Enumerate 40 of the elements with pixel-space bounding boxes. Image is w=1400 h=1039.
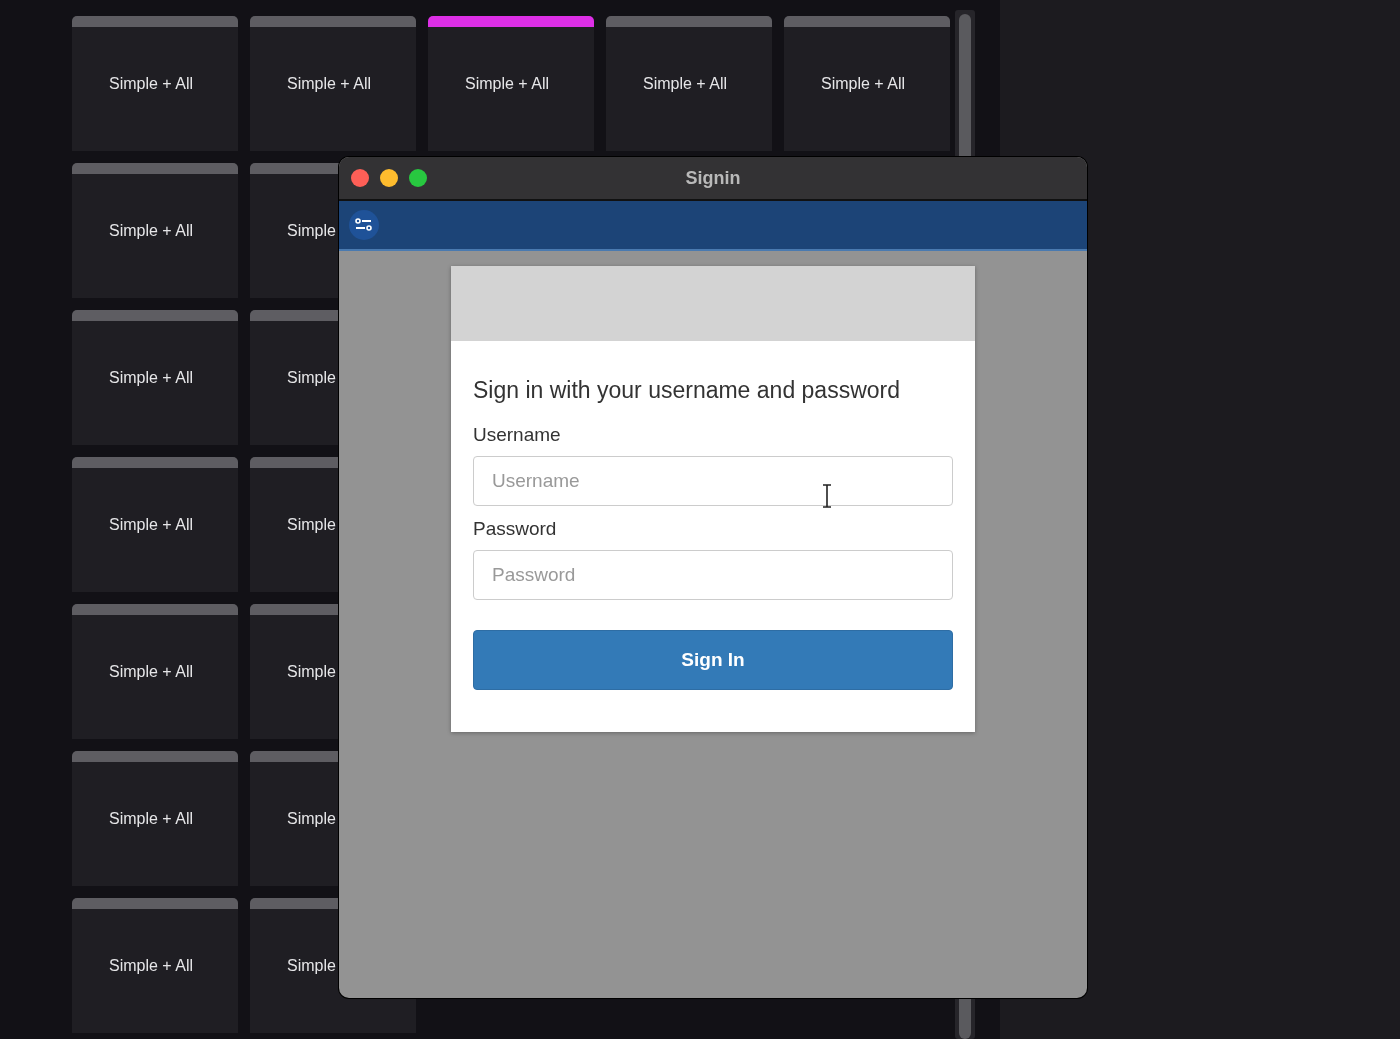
tile-card[interactable]: Simple + All — [72, 163, 238, 298]
tile-label: Simple + All — [821, 75, 906, 93]
tile-label: Simple + All — [643, 75, 728, 93]
username-field[interactable]: Username — [473, 456, 953, 506]
tile-label: Simple — [287, 516, 336, 534]
tile-card[interactable]: Simple + All — [784, 16, 950, 151]
tile-card[interactable]: Simple + All — [72, 604, 238, 739]
tile-card[interactable]: Simple + All — [606, 16, 772, 151]
text-cursor-icon — [822, 484, 832, 508]
close-button[interactable] — [351, 169, 369, 187]
tile-label: Simple + All — [109, 810, 194, 828]
tile-card[interactable]: Simple + All — [72, 310, 238, 445]
tile-label: Simple + All — [109, 369, 194, 387]
tile-label: Simple + All — [465, 75, 550, 93]
tile-label: Simple — [287, 810, 336, 828]
tile-label: Simple + All — [109, 957, 194, 975]
tile-label: Simple — [287, 663, 336, 681]
minimize-button[interactable] — [380, 169, 398, 187]
tile-label: Simple — [287, 369, 336, 387]
tile-card[interactable]: Simple + All — [72, 16, 238, 151]
tile-card[interactable]: Simple + All — [72, 457, 238, 592]
tile-label: Simple + All — [109, 516, 194, 534]
tile-label: Simple + All — [109, 222, 194, 240]
tile-label: Simple + All — [109, 663, 194, 681]
field-label: Username — [473, 424, 561, 446]
tile-card[interactable]: Simple + All — [72, 751, 238, 886]
field-label: Password — [473, 518, 557, 540]
sliders-icon[interactable] — [349, 210, 379, 240]
tile-label: Simple + All — [287, 75, 372, 93]
tile-card[interactable]: Simple + All — [250, 16, 416, 151]
form-heading: Sign in with your username and password — [473, 377, 901, 404]
window-title: Signin — [685, 167, 741, 189]
tile-label: Simple — [287, 222, 336, 240]
password-field[interactable]: Password — [473, 550, 953, 600]
tile-card[interactable]: Simple + All — [428, 16, 594, 151]
tile-card[interactable]: Simple + All — [72, 898, 238, 1033]
tile-label: Simple + All — [109, 75, 194, 93]
tile-label: Simple — [287, 957, 336, 975]
signin-button[interactable]: Sign In — [473, 630, 953, 690]
zoom-button[interactable] — [409, 169, 427, 187]
